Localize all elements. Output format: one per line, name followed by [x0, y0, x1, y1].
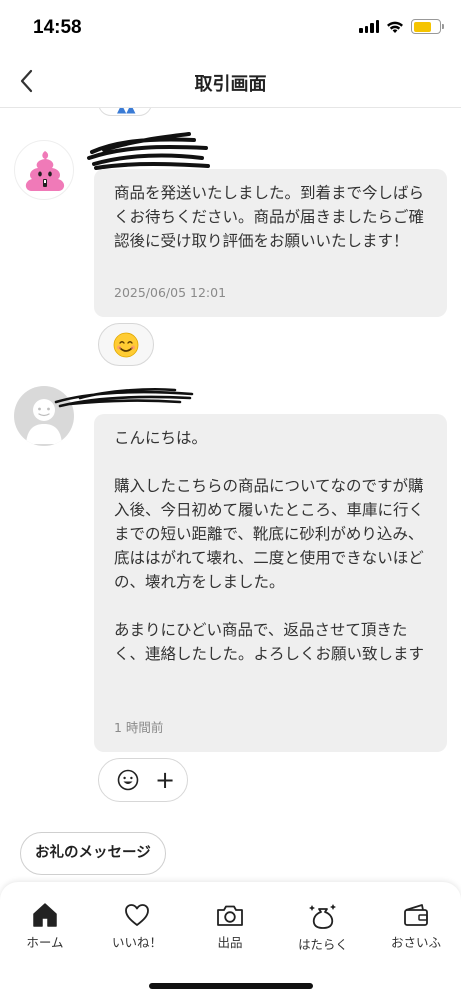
- money-bag-sparkle-icon: [309, 904, 336, 929]
- smiling-face-icon: [113, 332, 139, 358]
- battery-icon: [411, 19, 444, 34]
- tab-likes[interactable]: いいね！: [97, 902, 177, 951]
- message-timestamp: 1 時間前: [114, 720, 164, 735]
- status-bar: 14:58: [0, 0, 461, 56]
- page-title: 取引画面: [194, 74, 267, 95]
- tab-label: ホーム: [26, 935, 64, 950]
- cellular-signal-icon: [359, 20, 379, 33]
- add-reaction-button[interactable]: +: [98, 758, 188, 802]
- tab-home[interactable]: ホーム: [5, 902, 85, 951]
- wallet-icon: [404, 904, 428, 926]
- reaction-chip[interactable]: [98, 323, 154, 366]
- tab-label: 出品: [217, 935, 243, 950]
- message-bubble-buyer: こんにちは。 購入したこちらの商品についてなのですが購入後、今日初めて履いたとこ…: [94, 414, 447, 752]
- navigation-bar: 取引画面: [0, 56, 461, 108]
- previous-reaction-chip[interactable]: ▲▲: [98, 108, 152, 116]
- tab-label: おさいふ: [390, 935, 441, 950]
- thanks-message-button[interactable]: お礼のメッセージ: [20, 832, 166, 875]
- tab-label: はたらく: [298, 937, 348, 952]
- pink-mascot-avatar-icon: [25, 151, 65, 191]
- tab-sell[interactable]: 出品: [190, 902, 270, 951]
- message-timestamp: 2025/06/05 12:01: [114, 285, 227, 300]
- message-bubble-seller: 商品を発送いたしました。到着まで今しばらくお待ちください。商品が届きましたらご確…: [94, 169, 447, 317]
- status-icons: [359, 19, 444, 34]
- home-indicator: [149, 983, 313, 989]
- tab-wallet[interactable]: おさいふ: [376, 902, 456, 951]
- wifi-icon: [387, 21, 403, 33]
- reaction-icon: ▲▲: [117, 108, 136, 115]
- heart-icon: [125, 904, 149, 926]
- camera-icon: [217, 905, 243, 926]
- home-icon: [33, 903, 57, 927]
- status-time: 14:58: [33, 17, 82, 38]
- tab-label: いいね！: [111, 935, 162, 950]
- bottom-tab-bar: ホーム いいね！ 出品 はたらく おさいふ: [0, 882, 461, 999]
- tab-work[interactable]: はたらく: [283, 902, 363, 953]
- seller-avatar[interactable]: [14, 140, 74, 200]
- add-emoji-icon: [117, 769, 139, 791]
- message-text: こんにちは。 購入したこちらの商品についてなのですが購入後、今日初めて履いたとこ…: [114, 429, 425, 663]
- message-text: 商品を発送いたしました。到着まで今しばらくお待ちください。商品が届きましたらご確…: [114, 184, 425, 250]
- redacted-username-scribble: [54, 387, 194, 408]
- chat-thread[interactable]: ▲▲ 商品を発送いたしました。到着まで今しばらくお待ちください。商品が届きました…: [0, 108, 461, 882]
- plus-icon: +: [155, 766, 176, 794]
